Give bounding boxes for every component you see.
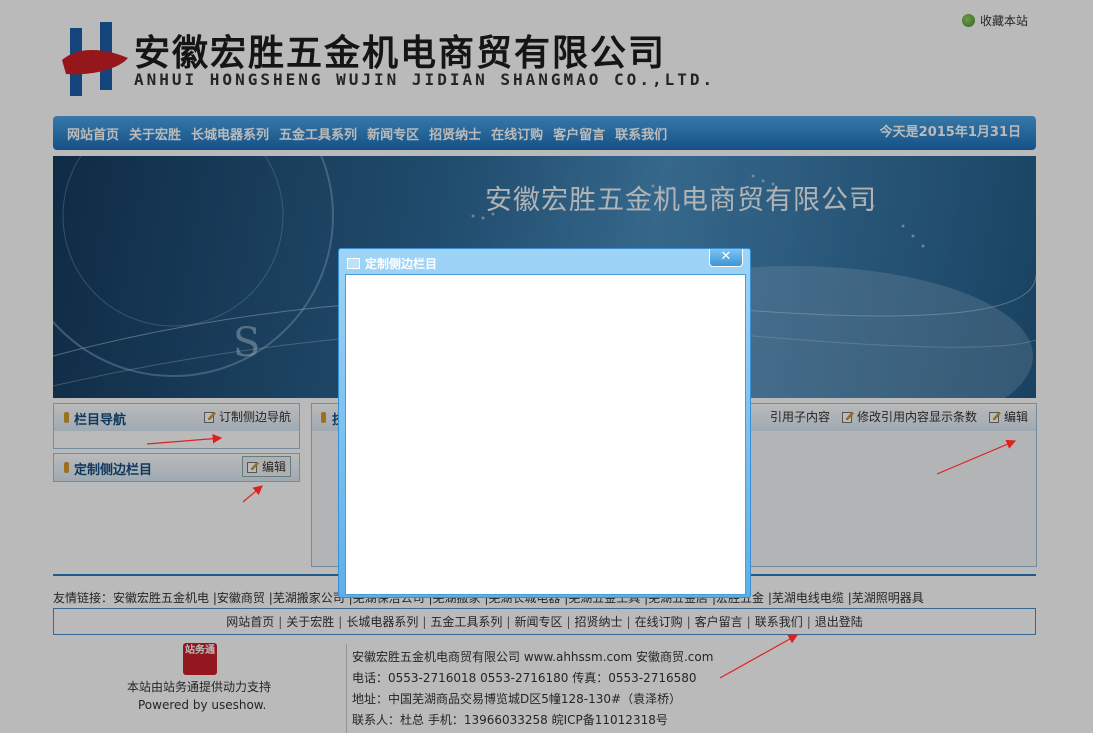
- custom-sidebar-dialog: 定制侧边栏目 ✕: [338, 248, 751, 598]
- dialog-content: [345, 274, 746, 595]
- dialog-title: 定制侧边栏目: [365, 257, 438, 271]
- window-icon: [347, 258, 360, 269]
- dialog-title-bar: 定制侧边栏目: [347, 255, 437, 272]
- close-button[interactable]: ✕: [709, 249, 743, 267]
